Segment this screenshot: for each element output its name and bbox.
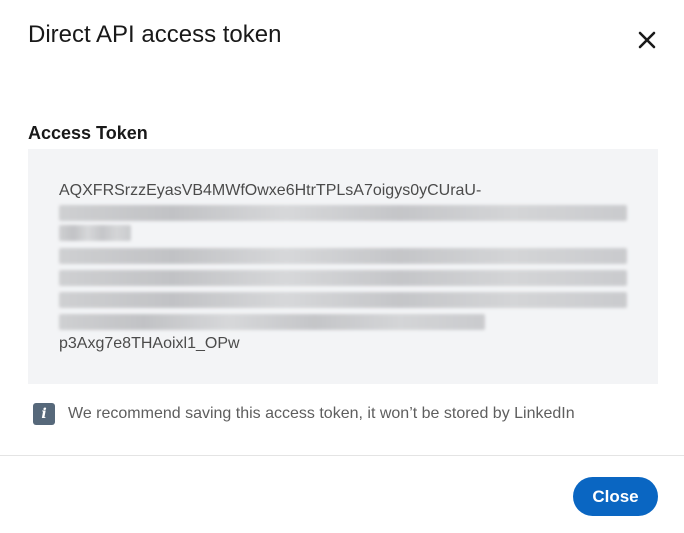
dialog-title: Direct API access token [28,21,282,48]
info-icon: i [33,403,55,425]
token-redacted-line [59,205,627,221]
save-token-notice: i We recommend saving this access token,… [33,403,575,425]
access-token-dialog: Direct API access token Access Token AQX… [0,0,684,533]
close-button[interactable]: Close [573,477,658,516]
token-redacted-line [59,225,131,241]
token-redacted-line [59,248,627,264]
access-token-label: Access Token [28,123,148,143]
token-redacted-line [59,270,627,286]
token-last-line: p3Axg7e8THAoixl1_OPw [59,335,240,352]
token-redacted-line [59,292,627,308]
notice-text: We recommend saving this access token, i… [68,405,575,422]
token-redacted-line [59,314,485,330]
close-icon-glyph [638,31,656,49]
close-icon[interactable] [630,23,664,57]
token-first-line: AQXFRSrzzEyasVB4MWfOwxe6HtrTPLsA7oigys0y… [59,182,482,199]
footer-divider [0,455,684,456]
access-token-box[interactable]: AQXFRSrzzEyasVB4MWfOwxe6HtrTPLsA7oigys0y… [28,149,658,384]
